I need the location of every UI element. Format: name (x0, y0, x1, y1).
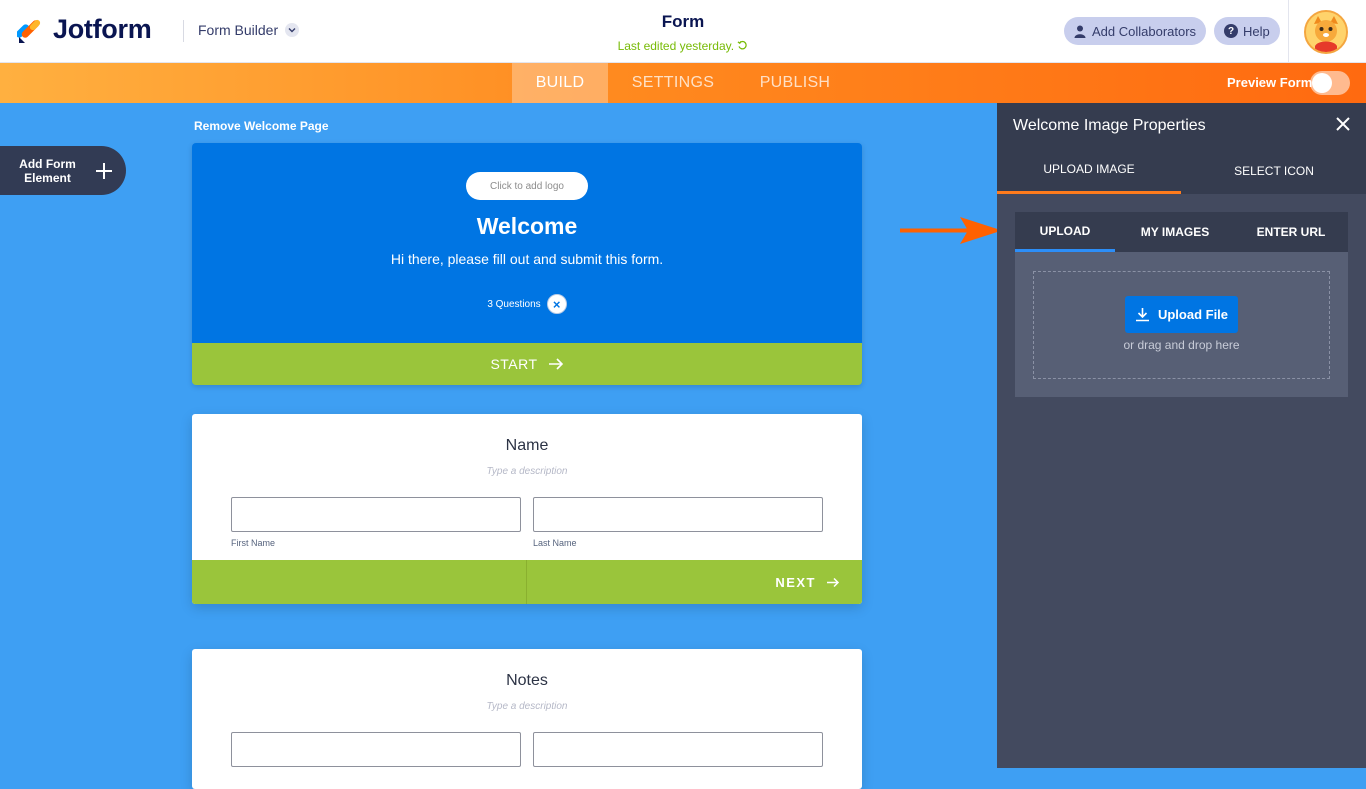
arrow-right-icon (548, 358, 563, 370)
history-icon (737, 40, 748, 50)
drag-drop-text: or drag and drop here (1123, 338, 1240, 352)
arrow-right-icon (827, 577, 840, 587)
add-collaborators-label: Add Collaborators (1092, 23, 1197, 39)
question-description[interactable]: Type a description (192, 701, 862, 712)
question-count-text: 3 Questions (487, 298, 541, 310)
plus-icon (96, 162, 112, 179)
form-builder-menu[interactable]: Form Builder (198, 22, 300, 38)
notes-input-1[interactable] (231, 732, 521, 767)
jotform-logo[interactable]: Jotform (17, 14, 152, 45)
preview-form-label: Preview Form (1227, 75, 1313, 90)
upload-file-label: Upload File (1157, 307, 1229, 322)
upload-tabs: UPLOAD MY IMAGES ENTER URL (1015, 212, 1348, 252)
last-edited[interactable]: Last edited yesterday. (483, 39, 883, 53)
next-button[interactable]: NEXT (775, 560, 840, 604)
close-icon[interactable] (1334, 115, 1352, 133)
first-name-sublabel[interactable]: First Name (231, 538, 275, 548)
card-footer: NEXT (192, 560, 862, 604)
annotation-arrow-icon (900, 217, 1002, 244)
panel-header: Welcome Image Properties (997, 103, 1366, 147)
jotform-logo-icon (17, 19, 41, 43)
question-description[interactable]: Type a description (192, 466, 862, 477)
add-form-element-button[interactable]: Add Form Element (0, 146, 126, 195)
notes-question-card[interactable]: Notes Type a description (192, 649, 862, 789)
chevron-down-icon (285, 23, 300, 37)
welcome-page-card[interactable]: Click to add logo Welcome Hi there, plea… (192, 143, 862, 385)
help-icon: ? (1224, 24, 1238, 38)
download-icon (1135, 308, 1149, 322)
preview-form-toggle[interactable] (1310, 71, 1350, 95)
question-count: 3 Questions × (192, 294, 862, 314)
upload-section: UPLOAD MY IMAGES ENTER URL Upload File o… (1015, 212, 1348, 397)
upload-file-button[interactable]: Upload File (1125, 296, 1238, 333)
close-icon[interactable]: × (546, 294, 567, 314)
avatar-image (1306, 12, 1346, 52)
tab-settings[interactable]: SETTINGS (618, 63, 728, 103)
welcome-title[interactable]: Welcome (192, 213, 862, 240)
avatar[interactable] (1304, 10, 1348, 54)
nav-bar: BUILD SETTINGS PUBLISH Preview Form (0, 63, 1366, 103)
toggle-knob (1312, 73, 1332, 93)
name-question-card[interactable]: Name Type a description First Name Last … (192, 414, 862, 604)
user-divider (1288, 0, 1289, 63)
panel-title: Welcome Image Properties (1013, 117, 1206, 134)
tab-my-images[interactable]: MY IMAGES (1125, 212, 1225, 252)
form-builder-label: Form Builder (198, 22, 279, 38)
next-label: NEXT (775, 574, 816, 590)
help-label: Help (1243, 23, 1270, 39)
question-title[interactable]: Name (192, 437, 862, 455)
tab-enter-url[interactable]: ENTER URL (1241, 212, 1341, 252)
user-icon (1074, 25, 1086, 38)
add-logo-button[interactable]: Click to add logo (466, 172, 588, 200)
logo-text: Jotform (53, 14, 152, 44)
last-name-sublabel[interactable]: Last Name (533, 538, 577, 548)
tab-upload[interactable]: UPLOAD (1015, 212, 1115, 252)
remove-welcome-page-link[interactable]: Remove Welcome Page (194, 119, 329, 133)
welcome-header: Click to add logo Welcome Hi there, plea… (192, 143, 862, 343)
question-title[interactable]: Notes (192, 672, 862, 690)
tab-build[interactable]: BUILD (512, 63, 608, 103)
add-collaborators-button[interactable]: Add Collaborators (1064, 17, 1207, 45)
welcome-subtitle[interactable]: Hi there, please fill out and submit thi… (192, 251, 862, 267)
first-name-input[interactable] (231, 497, 521, 532)
last-name-input[interactable] (533, 497, 823, 532)
tab-select-icon[interactable]: SELECT ICON (1182, 147, 1366, 194)
notes-input-2[interactable] (533, 732, 823, 767)
drop-zone[interactable]: Upload File or drag and drop here (1033, 271, 1330, 379)
top-bar: Jotform Form Builder Form Last edited ye… (0, 0, 1366, 63)
start-label: START (490, 356, 538, 372)
form-title[interactable]: Form (483, 12, 883, 32)
tab-upload-image[interactable]: UPLOAD IMAGE (997, 147, 1181, 194)
panel-tabs: UPLOAD IMAGE SELECT ICON (997, 147, 1366, 194)
last-edited-text: Last edited yesterday. (617, 39, 735, 53)
add-form-element-label: Add Form Element (19, 156, 76, 185)
tab-publish[interactable]: PUBLISH (745, 63, 845, 103)
properties-panel: Welcome Image Properties UPLOAD IMAGE SE… (997, 103, 1366, 768)
help-button[interactable]: ? Help (1214, 17, 1280, 45)
start-button[interactable]: START (192, 343, 862, 385)
footer-divider (526, 560, 527, 604)
header-divider (183, 20, 184, 42)
